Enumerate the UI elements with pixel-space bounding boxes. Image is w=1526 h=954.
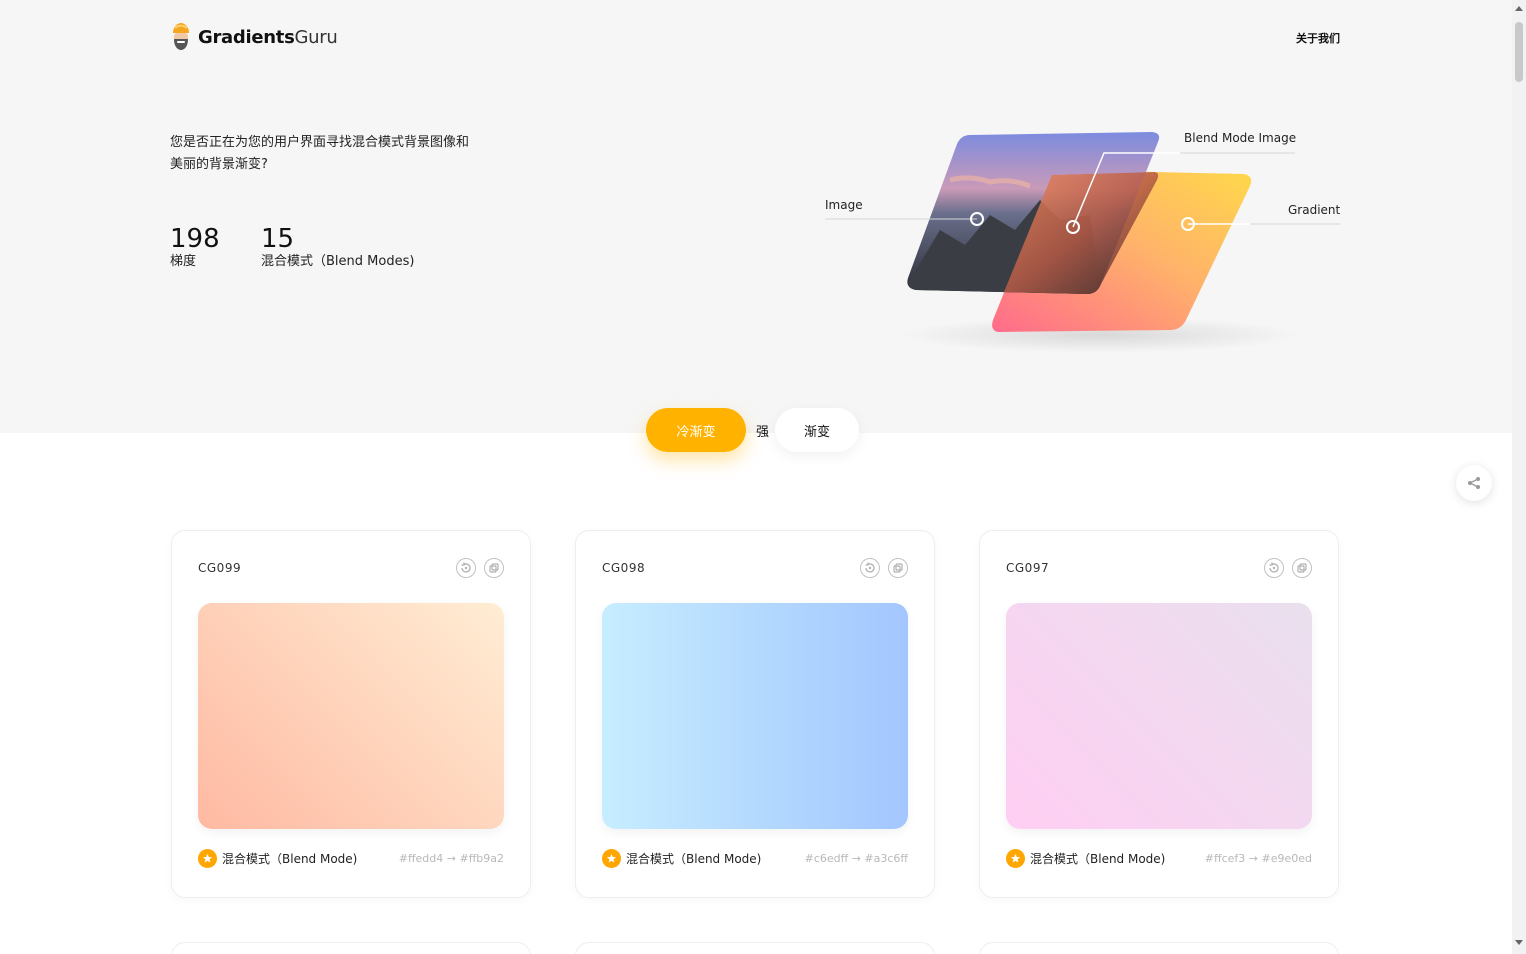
illustration-label-gradient: Gradient <box>1288 203 1341 217</box>
copy-icon[interactable] <box>888 558 908 578</box>
star-icon <box>602 849 621 868</box>
gradient-card[interactable]: CG099 混合模式（Blend Mode) #ffedd4 → #ffb9a2 <box>171 530 531 898</box>
card-actions <box>860 558 908 578</box>
card-id: CG097 <box>1006 561 1050 575</box>
logo-text-main: Gradients <box>198 26 295 48</box>
copy-icon[interactable] <box>484 558 504 578</box>
hero-illustration: Image Blend Mode Image Gradient <box>800 120 1360 360</box>
card-footer: 混合模式（Blend Mode) #c6edff → #a3c6ff <box>602 849 908 868</box>
gradient-card-partial[interactable] <box>979 942 1339 954</box>
stat-label: 梯度 <box>170 254 197 269</box>
rotate-icon[interactable] <box>456 558 476 578</box>
blend-mode-label: 混合模式（Blend Mode) <box>222 852 358 866</box>
stat-value: 198 <box>170 224 220 254</box>
hero-tagline: 您是否正在为您的用户界面寻找混合模式背景图像和美丽的背景渐变? <box>170 135 470 172</box>
stat-gradients: 198 梯度 <box>170 224 220 270</box>
vertical-scrollbar[interactable] <box>1512 0 1526 954</box>
color-codes: #c6edff → #a3c6ff <box>804 852 908 865</box>
gradient-card[interactable]: CG097 混合模式（Blend Mode) #ffcef3 → #e9e0ed <box>979 530 1339 898</box>
blend-mode-label: 混合模式（Blend Mode) <box>1030 852 1166 866</box>
stat-label: 混合模式（Blend Modes) <box>261 254 415 269</box>
category-tabs: 冷渐变 强 渐变 <box>646 407 860 453</box>
color-codes: #ffcef3 → #e9e0ed <box>1204 852 1312 865</box>
card-footer: 混合模式（Blend Mode) #ffedd4 → #ffb9a2 <box>198 849 504 868</box>
logo-text-guru: Guru <box>294 26 338 48</box>
scrollbar-thumb[interactable] <box>1515 22 1523 82</box>
scroll-down-arrow[interactable] <box>1515 940 1523 945</box>
card-id: CG099 <box>198 561 242 575</box>
share-button[interactable] <box>1456 465 1492 501</box>
card-footer: 混合模式（Blend Mode) #ffcef3 → #e9e0ed <box>1006 849 1312 868</box>
illustration-label-blend-mode-image: Blend Mode Image <box>1184 131 1297 145</box>
stat-blend-modes: 15 混合模式（Blend Modes) <box>261 224 414 270</box>
hero-section: GradientsGuru 关于我们 您是否正在为您的用户界面寻找混合模式背景图… <box>0 0 1512 433</box>
gradient-card-partial[interactable] <box>171 942 531 954</box>
stat-value: 15 <box>261 224 295 254</box>
gradient-card-partial[interactable] <box>575 942 935 954</box>
blend-mode-link[interactable]: 混合模式（Blend Mode) <box>602 849 761 868</box>
card-actions <box>456 558 504 578</box>
star-icon <box>198 849 217 868</box>
layer-illustration <box>825 132 1340 353</box>
color-codes: #ffedd4 → #ffb9a2 <box>398 852 504 865</box>
tab-strong[interactable]: 强 <box>756 421 769 440</box>
gradient-swatch[interactable] <box>602 603 908 829</box>
blend-mode-link[interactable]: 混合模式（Blend Mode) <box>198 849 357 868</box>
rotate-icon[interactable] <box>1264 558 1284 578</box>
gradient-card[interactable]: CG098 混合模式（Blend Mode) #c6edff → #a3c6ff <box>575 530 935 898</box>
card-id: CG098 <box>602 561 646 575</box>
guru-logo-icon <box>170 22 192 52</box>
copy-icon[interactable] <box>1292 558 1312 578</box>
gradient-swatch[interactable] <box>1006 603 1312 829</box>
blend-mode-label: 混合模式（Blend Mode) <box>626 852 762 866</box>
card-actions <box>1264 558 1312 578</box>
gradient-swatch[interactable] <box>198 603 504 829</box>
star-icon <box>1006 849 1025 868</box>
share-icon <box>1468 477 1480 489</box>
nav-about-link[interactable]: 关于我们 <box>1296 30 1340 46</box>
rotate-icon[interactable] <box>860 558 880 578</box>
tab-gradients[interactable]: 渐变 <box>775 408 860 452</box>
scroll-up-arrow[interactable] <box>1515 6 1523 11</box>
tab-cool-gradients[interactable]: 冷渐变 <box>646 408 746 452</box>
logo[interactable]: GradientsGuru <box>170 22 338 52</box>
illustration-label-image: Image <box>825 198 863 212</box>
blend-mode-link[interactable]: 混合模式（Blend Mode) <box>1006 849 1165 868</box>
